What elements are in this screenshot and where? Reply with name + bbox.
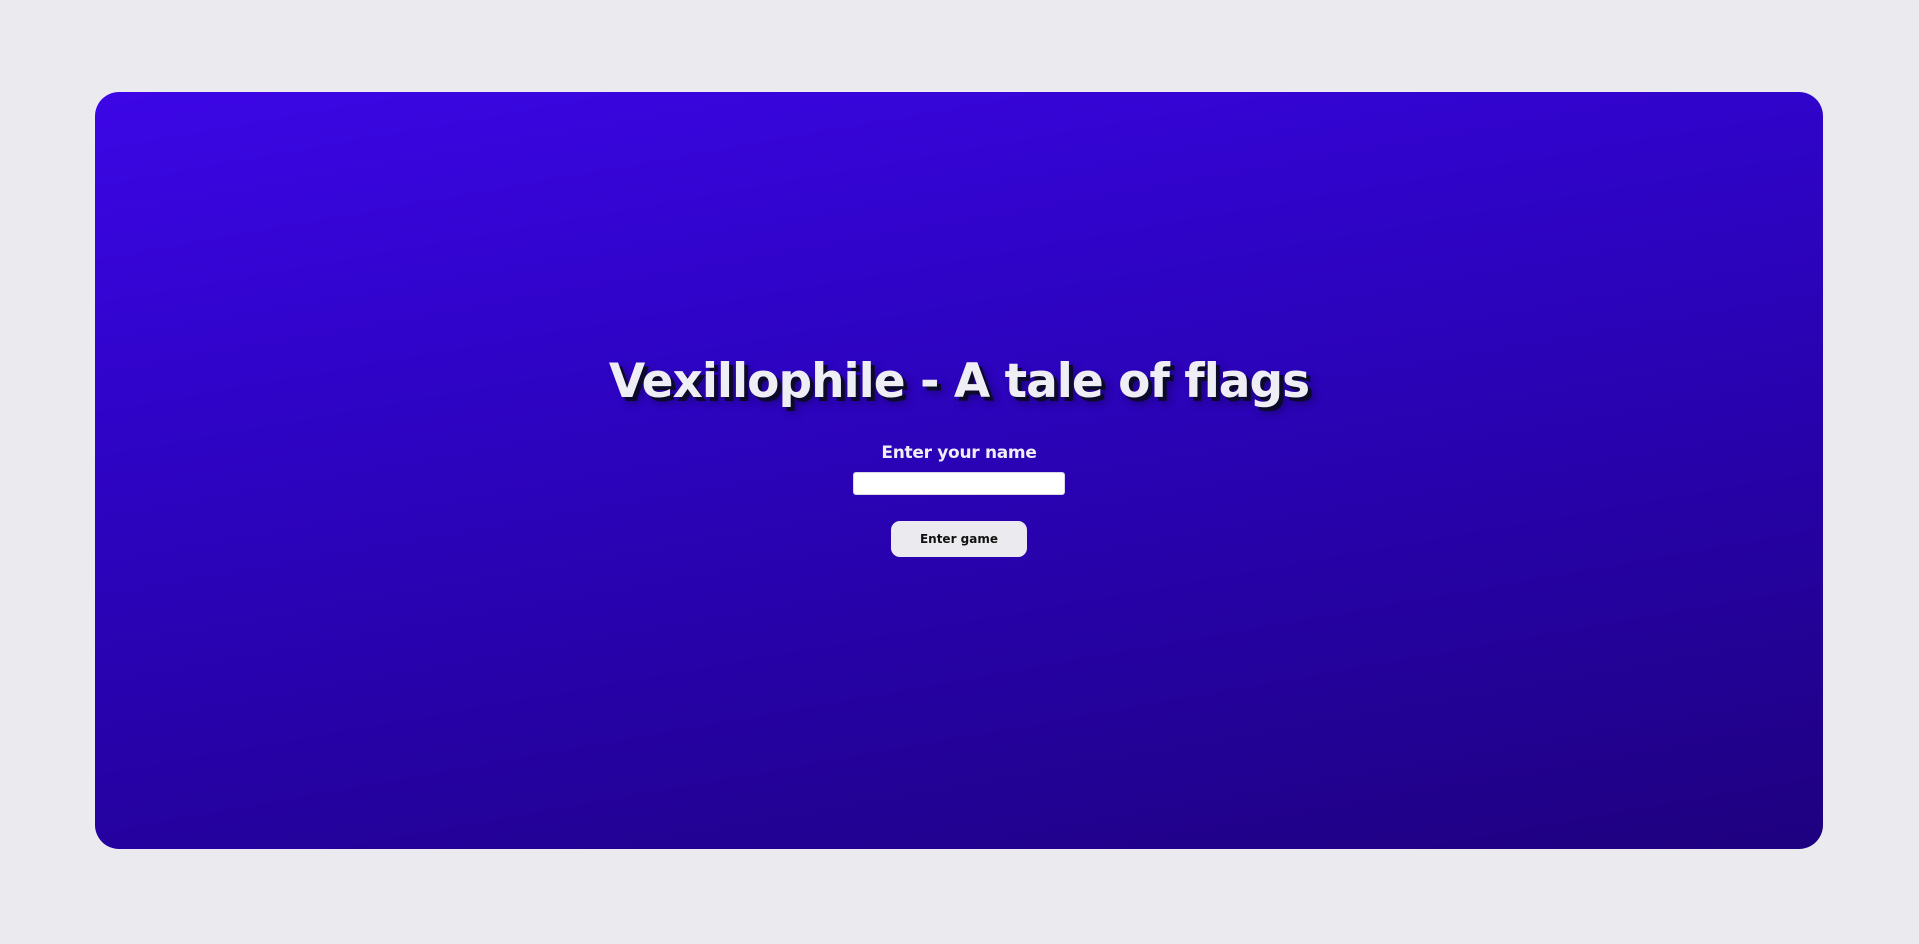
name-input[interactable] [852,472,1065,495]
welcome-content: Vexillophile - A tale of flags Enter you… [608,354,1310,557]
enter-game-button[interactable]: Enter game [890,521,1027,557]
page-title: Vexillophile - A tale of flags [608,354,1310,409]
welcome-card: Vexillophile - A tale of flags Enter you… [95,92,1823,849]
name-label: Enter your name [881,443,1037,463]
